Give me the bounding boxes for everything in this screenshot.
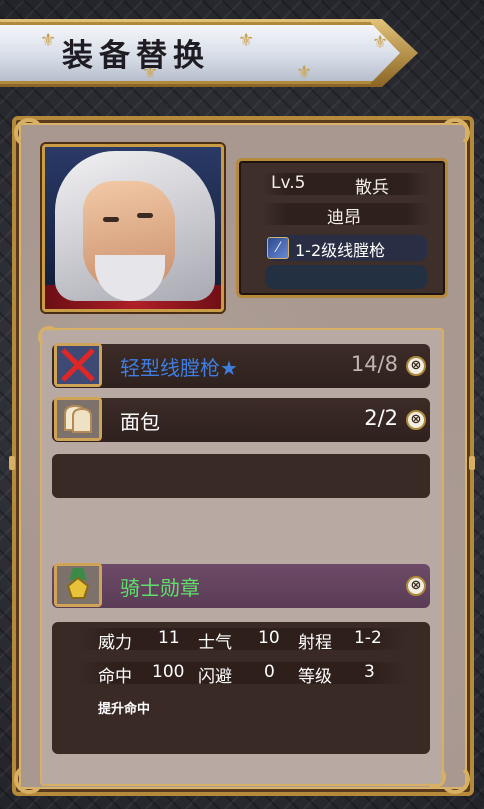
remove-accessory-button[interactable]: ⊗ [406, 576, 426, 596]
equipped-weapon-slot[interactable]: ⁄ 1-2级线膛枪 [265, 235, 427, 261]
stat-value: 100 [152, 662, 185, 682]
stat-value: 10 [258, 628, 280, 648]
medal-icon [54, 563, 102, 607]
fleur-icon: ⚜ [238, 30, 255, 51]
stat-value: 0 [264, 662, 275, 682]
item-name: 面包 [120, 410, 160, 434]
frame-knob [9, 456, 15, 470]
unit-info-box: Lv.5 散兵 迪昂 ⁄ 1-2级线膛枪 [236, 158, 448, 298]
empty-inventory-slot[interactable] [52, 454, 430, 498]
unit-level: Lv.5 [271, 173, 306, 193]
broken-musket-icon [54, 343, 102, 387]
bread-icon [54, 397, 102, 441]
remove-item-button[interactable]: ⊗ [406, 410, 426, 430]
item-description: 提升命中 [98, 702, 151, 717]
item-stats-box: 威力 11 士气 10 射程 1-2 命中 100 闪避 0 等级 3 提升命中 [52, 622, 430, 754]
page-title: 装备替换 [62, 38, 210, 74]
unit-name: 迪昂 [327, 208, 361, 228]
frame-knob [469, 456, 475, 470]
ornament-corner-icon [424, 766, 446, 788]
fleur-icon: ⚜ [372, 32, 389, 53]
stat-value: 3 [364, 662, 375, 682]
stat-label: 射程 [298, 633, 332, 653]
portrait-eye [137, 213, 153, 218]
equipped-weapon-label: 1-2级线膛枪 [295, 241, 386, 260]
item-name: 轻型线膛枪★ [120, 356, 238, 380]
unit-class: 散兵 [355, 178, 389, 198]
stat-value: 11 [158, 628, 180, 648]
inventory-item[interactable]: 轻型线膛枪★ 14/8 ⊗ [52, 343, 430, 388]
remove-item-button[interactable]: ⊗ [406, 356, 426, 376]
stat-label: 威力 [98, 633, 132, 653]
stat-label: 闪避 [198, 667, 232, 687]
inventory-item[interactable]: 面包 2/2 ⊗ [52, 397, 430, 442]
accessory-name: 骑士勋章 [120, 576, 200, 600]
stat-label: 士气 [198, 633, 232, 653]
fleur-icon: ⚜ [40, 30, 57, 51]
accessory-item[interactable]: 骑士勋章 ⊗ [52, 563, 430, 608]
musket-icon: ⁄ [267, 237, 289, 259]
ornament-corner-icon [440, 118, 470, 148]
ornament-corner-icon [14, 118, 44, 148]
portrait-eye [103, 217, 119, 222]
fleur-icon: ⚜ [296, 62, 313, 83]
item-count: 14/8 [350, 352, 398, 376]
empty-equip-slot[interactable] [265, 265, 427, 289]
stat-value: 1-2 [354, 628, 382, 648]
stat-label: 命中 [98, 667, 132, 687]
stat-label: 等级 [298, 667, 332, 687]
unit-portrait [42, 144, 224, 312]
item-count: 2/2 [364, 406, 398, 430]
